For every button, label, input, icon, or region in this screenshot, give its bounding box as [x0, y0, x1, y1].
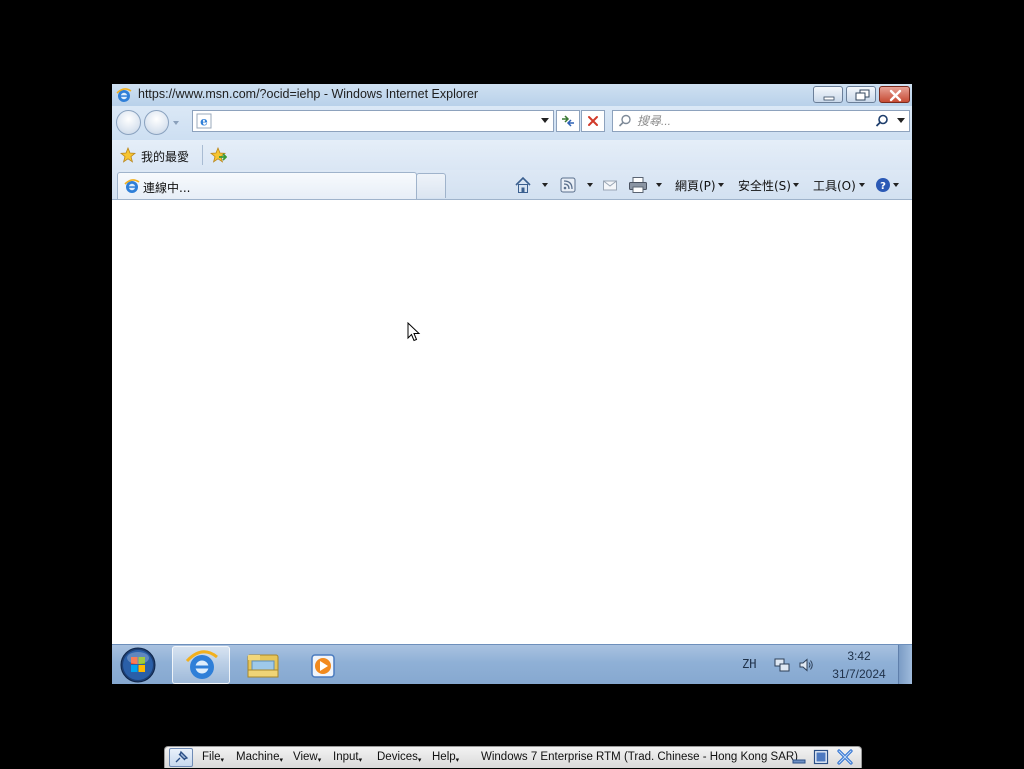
vbox-menu-help[interactable]: Help▾ — [432, 751, 459, 764]
start-button[interactable] — [119, 647, 157, 683]
clock-date: 31/7/2024 — [832, 667, 886, 681]
navigation-bar: e — [112, 106, 912, 140]
show-desktop-button[interactable] — [898, 645, 912, 684]
address-input[interactable] — [217, 113, 535, 129]
favorites-separator — [202, 145, 203, 165]
ie-window: https://www.msn.com/?ocid=iehp - Windows… — [112, 84, 912, 644]
vbox-menu-devices[interactable]: Devices▾ — [377, 751, 421, 764]
vbox-menu-view[interactable]: View▾ — [293, 751, 321, 764]
taskbar-internet-explorer[interactable] — [172, 646, 230, 684]
home-icon[interactable] — [514, 176, 532, 194]
title-bar[interactable]: https://www.msn.com/?ocid=iehp - Windows… — [112, 84, 912, 106]
mouse-cursor-icon — [407, 322, 421, 342]
refresh-button[interactable] — [556, 110, 580, 132]
loading-ie-icon — [124, 179, 140, 193]
vbox-close-icon[interactable] — [837, 749, 853, 765]
page-ie-icon: e — [196, 113, 212, 129]
minimize-button[interactable] — [813, 86, 843, 103]
minimize-icon — [823, 96, 835, 101]
print-dropdown-icon[interactable] — [656, 183, 662, 187]
forward-button[interactable] — [144, 110, 169, 135]
internet-explorer-icon — [185, 650, 218, 679]
help-dropdown-icon[interactable] — [893, 183, 899, 187]
add-to-favorites-bar-icon[interactable] — [210, 147, 227, 163]
svg-text:e: e — [200, 115, 208, 129]
taskbar-windows-explorer[interactable] — [234, 646, 292, 684]
tools-menu-label: 工具(O) — [813, 179, 856, 193]
read-mail-icon[interactable] — [602, 176, 618, 194]
search-input[interactable] — [637, 113, 867, 129]
search-icon — [618, 114, 631, 127]
vbox-menu-file[interactable]: File▾ — [202, 751, 224, 764]
favorites-label: 我的最愛 — [141, 150, 190, 164]
vbox-menu-machine[interactable]: Machine▾ — [236, 751, 283, 764]
safety-menu-label: 安全性(S) — [738, 179, 791, 193]
back-button[interactable] — [116, 110, 141, 135]
vm-title: Windows 7 Enterprise RTM (Trad. Chinese … — [481, 751, 799, 763]
svg-text:?: ? — [880, 181, 886, 192]
pin-icon — [175, 750, 189, 763]
virtualbox-mini-toolbar: File▾ Machine▾ View▾ Input▾ Devices▾ Hel… — [164, 746, 862, 768]
volume-icon[interactable] — [798, 657, 814, 673]
recent-pages-dropdown-icon[interactable] — [172, 119, 180, 127]
network-icon[interactable] — [774, 657, 790, 673]
tools-dropdown-icon — [859, 183, 865, 187]
vbox-menu-input[interactable]: Input▾ — [333, 751, 362, 764]
stop-button[interactable] — [581, 110, 605, 132]
search-go-icon[interactable] — [875, 114, 889, 128]
pin-button[interactable] — [169, 748, 193, 767]
page-menu-label: 網頁(P) — [675, 179, 716, 193]
refresh-icon — [562, 115, 574, 127]
page-dropdown-icon — [718, 183, 724, 187]
favorites-star-icon — [120, 147, 136, 163]
input-language-indicator[interactable]: ZH — [742, 657, 756, 671]
search-box[interactable] — [612, 110, 910, 132]
guest-screen: https://www.msn.com/?ocid=iehp - Windows… — [112, 84, 912, 684]
stop-icon — [588, 116, 598, 126]
print-icon[interactable] — [628, 176, 648, 194]
address-dropdown-icon[interactable] — [541, 118, 549, 124]
safety-dropdown-icon — [793, 183, 799, 187]
home-dropdown-icon[interactable] — [542, 183, 548, 187]
search-options-dropdown-icon[interactable] — [897, 118, 905, 124]
feeds-dropdown-icon[interactable] — [587, 183, 593, 187]
tab-label: 連線中... — [143, 181, 191, 195]
vbox-minimize-icon[interactable] — [791, 750, 807, 766]
taskbar-media-player[interactable] — [294, 646, 352, 684]
folder-icon — [247, 654, 279, 678]
close-icon — [889, 89, 902, 102]
window-title: https://www.msn.com/?ocid=iehp - Windows… — [138, 87, 479, 101]
media-player-icon — [311, 654, 335, 678]
feeds-icon[interactable] — [560, 176, 576, 194]
restore-button[interactable] — [846, 86, 876, 103]
clock-time: 3:42 — [847, 649, 871, 663]
favorites-bar: 我的最愛 — [112, 140, 912, 170]
taskbar: ZH 3:42 31/7/2024 — [112, 644, 912, 684]
help-icon[interactable]: ? — [875, 176, 891, 194]
vbox-exit-fullscreen-icon[interactable] — [813, 749, 829, 765]
new-tab-button[interactable] — [416, 173, 446, 198]
restore-icon — [855, 89, 870, 101]
tab-current[interactable]: 連線中... — [117, 172, 417, 199]
address-bar[interactable]: e — [192, 110, 554, 132]
page-content[interactable] — [112, 201, 912, 644]
close-button[interactable] — [879, 86, 910, 103]
internet-explorer-icon — [116, 88, 132, 102]
tab-row: 連線中... 網頁(P) 安全性(S) 工具(O) ? — [112, 170, 912, 200]
